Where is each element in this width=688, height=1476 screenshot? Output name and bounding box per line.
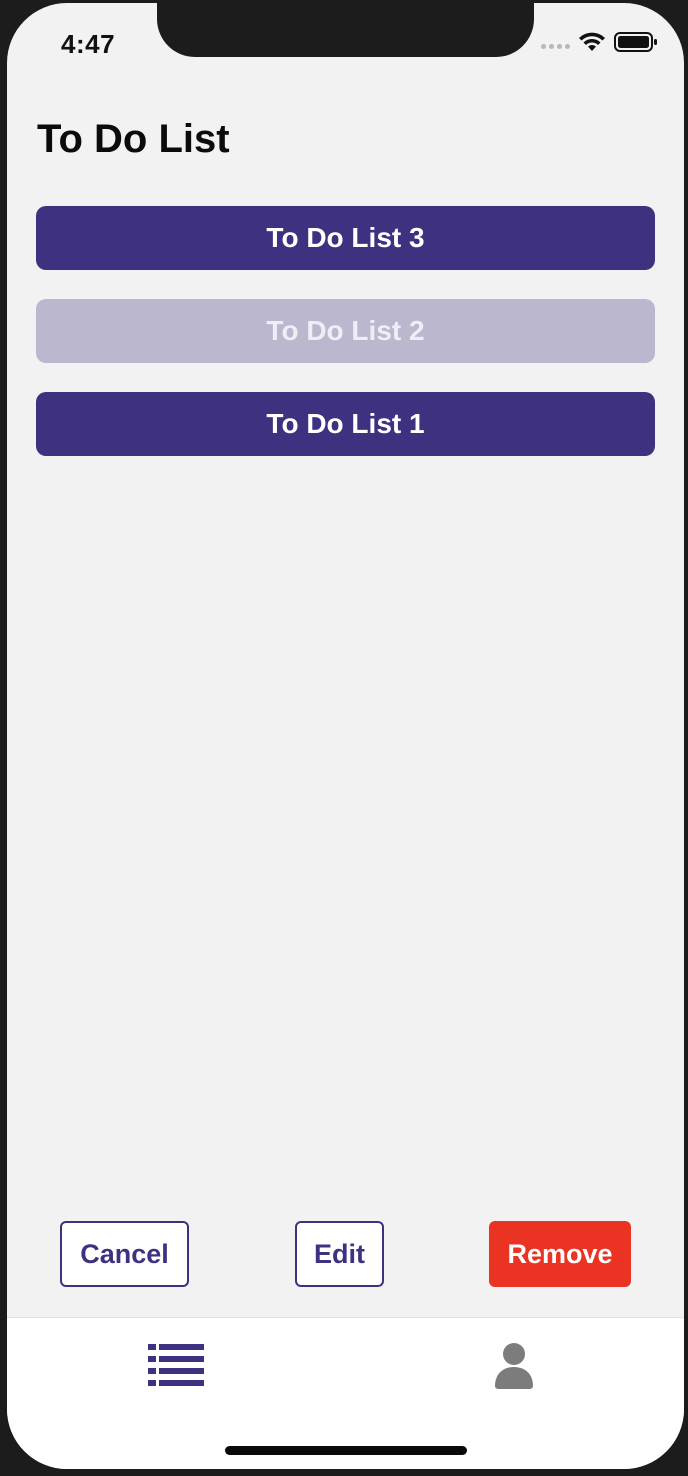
home-indicator[interactable] xyxy=(225,1446,467,1455)
device-notch xyxy=(157,3,534,57)
list-item[interactable]: To Do List 1 xyxy=(36,392,655,456)
list-item-selected[interactable]: To Do List 2 xyxy=(36,299,655,363)
list-icon xyxy=(148,1344,204,1386)
person-icon xyxy=(495,1343,533,1389)
remove-button[interactable]: Remove xyxy=(489,1221,631,1287)
cancel-button[interactable]: Cancel xyxy=(60,1221,189,1287)
tab-bar xyxy=(7,1317,684,1469)
status-time: 4:47 xyxy=(61,29,116,59)
list-item[interactable]: To Do List 3 xyxy=(36,206,655,270)
status-indicators xyxy=(541,31,658,53)
todo-lists: To Do List 3 To Do List 2 To Do List 1 xyxy=(36,206,655,485)
tab-lists[interactable] xyxy=(136,1336,216,1396)
edit-button[interactable]: Edit xyxy=(295,1221,384,1287)
action-bar: Cancel Edit Remove xyxy=(7,1221,684,1289)
cellular-signal-icon xyxy=(541,43,570,49)
phone-screen: 4:47 To Do List To Do List 3 To Do List … xyxy=(7,3,684,1469)
page-title: To Do List xyxy=(37,117,230,161)
wifi-icon xyxy=(579,32,605,51)
tab-profile[interactable] xyxy=(474,1336,554,1396)
battery-icon xyxy=(614,32,657,52)
